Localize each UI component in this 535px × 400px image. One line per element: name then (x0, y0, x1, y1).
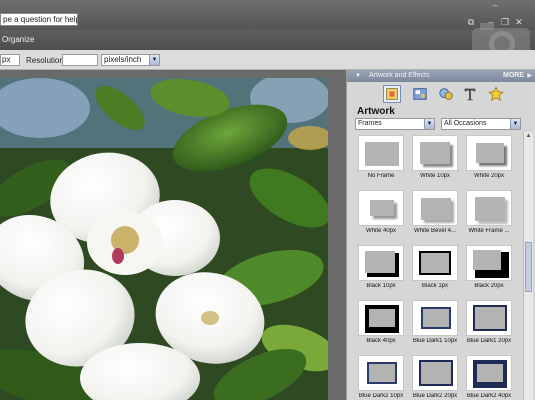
category-select-value: Frames (358, 120, 382, 127)
frame-preview-shape (369, 309, 395, 327)
scroll-thumb[interactable] (525, 242, 532, 292)
frame-item-label: Blue Dark1 20px (466, 338, 512, 344)
width-field[interactable]: px (0, 54, 20, 66)
frame-item-label: White Frame ... (468, 228, 510, 234)
frame-thumbnail[interactable] (412, 190, 458, 226)
frame-item-label: White 10px (419, 173, 450, 179)
frame-preview-shape (477, 364, 503, 382)
occasion-select-value: All Occasions (444, 120, 487, 127)
frame-item[interactable]: White 20px (463, 132, 515, 184)
canvas-area[interactable] (0, 70, 346, 400)
frame-item-label: White 40px (365, 228, 396, 234)
artwork-icon[interactable] (383, 85, 401, 103)
help-search-input[interactable]: pe a question for help (0, 13, 78, 26)
frame-preview-shape (421, 362, 451, 384)
photo-canvas[interactable] (0, 78, 328, 400)
palette-toolbar (353, 83, 533, 105)
resolution-unit-select[interactable]: pixels/inch ▼ (101, 54, 160, 66)
frame-thumbnail[interactable] (358, 355, 404, 391)
frame-item[interactable]: White 10px (409, 132, 461, 184)
more-button[interactable]: MORE (503, 70, 524, 82)
frame-thumbnail[interactable] (466, 135, 512, 171)
resolution-label: Resolution: (26, 56, 67, 65)
palette-header[interactable]: ▼ Artwork and Effects MORE ▶ (347, 70, 535, 82)
favorites-icon[interactable] (487, 85, 505, 103)
frame-item-label: Blue Dark1 10px (412, 338, 458, 344)
frame-item-label: No Frame (367, 173, 395, 179)
frame-item-label: Black 40px (366, 338, 396, 344)
menu-item-organize[interactable]: Organize (2, 35, 34, 44)
options-bar: px Resolution: pixels/inch ▼ (0, 50, 535, 70)
frame-item-label: Blue Dark2 40px (466, 393, 512, 399)
frame-item[interactable]: Blue Dark2 40px (463, 352, 515, 400)
frame-thumbnail[interactable] (358, 300, 404, 336)
frame-item[interactable]: Blue Dark1 20px (463, 297, 515, 349)
frame-preview-shape (475, 307, 505, 329)
frame-preview-shape (419, 251, 451, 275)
frame-item-label: Blue Dark2 10px (358, 393, 404, 399)
frame-item[interactable]: Black 10px (355, 242, 407, 294)
occasion-select[interactable]: All Occasions ▼ (441, 118, 521, 130)
frame-preview-shape (365, 251, 395, 273)
frame-thumbnail[interactable] (466, 300, 512, 336)
minimize-icon[interactable]: – (490, 0, 500, 10)
frame-thumbnail[interactable] (358, 135, 404, 171)
resolution-field[interactable] (62, 54, 98, 66)
themes-icon[interactable] (411, 85, 429, 103)
scroll-up-icon[interactable]: ▲ (524, 132, 533, 141)
frame-preview-shape (367, 362, 397, 384)
frame-preview-shape (365, 142, 399, 166)
frame-thumbnail[interactable] (412, 245, 458, 281)
frame-item[interactable]: Blue Dark2 10px (355, 352, 407, 400)
frame-item-label: Blue Dark2 20px (412, 393, 458, 399)
frame-item[interactable]: No Frame (355, 132, 407, 184)
title-bar: pe a question for help – ⧉ – ❐ ✕ (0, 0, 535, 30)
frame-thumbnail[interactable] (358, 245, 404, 281)
frame-item[interactable]: Black 40px (355, 297, 407, 349)
text-icon[interactable] (461, 85, 479, 103)
frame-preview-shape (473, 250, 501, 270)
section-label-artwork: Artwork (357, 106, 395, 117)
frame-item[interactable]: Black 1px (409, 242, 461, 294)
category-select[interactable]: Frames ▼ (355, 118, 435, 130)
collapse-triangle-icon[interactable]: ▼ (355, 70, 361, 82)
resolution-unit-value: pixels/inch (104, 55, 142, 64)
menu-bar: Organize (0, 30, 535, 50)
frame-item[interactable]: Black 20px (463, 242, 515, 294)
artwork-effects-palette: ▼ Artwork and Effects MORE ▶ Artwork Fra… (346, 70, 535, 400)
frame-thumbnail[interactable] (466, 245, 512, 281)
frame-preview-shape (476, 143, 504, 163)
frame-item-label: Black 20px (474, 283, 504, 289)
frame-thumbnail[interactable] (412, 135, 458, 171)
frame-item-label: Black 10px (366, 283, 396, 289)
chevron-down-icon[interactable]: ▼ (149, 55, 159, 65)
frame-preview-shape (421, 307, 451, 329)
frame-item[interactable]: White Bevel 4... (409, 187, 461, 239)
frame-preview-shape (475, 197, 505, 221)
chevron-down-icon[interactable]: ▼ (510, 119, 520, 129)
frame-thumbnail[interactable] (412, 300, 458, 336)
frame-preview-shape (421, 198, 451, 220)
frame-item[interactable]: White Frame ... (463, 187, 515, 239)
effects-icon[interactable] (437, 85, 455, 103)
frame-thumbnail[interactable] (466, 355, 512, 391)
frame-preview-shape (370, 200, 394, 216)
frame-item-label: White Bevel 4... (413, 228, 457, 234)
frame-item-label: Black 1px (421, 283, 448, 289)
frame-thumbnail[interactable] (412, 355, 458, 391)
frame-item[interactable]: White 40px (355, 187, 407, 239)
palette-scrollbar[interactable]: ▲ (523, 132, 533, 400)
frame-preview-shape (420, 142, 450, 164)
palette-title: Artwork and Effects (369, 72, 430, 79)
frame-thumbnail[interactable] (358, 190, 404, 226)
frame-item-label: White 20px (473, 173, 504, 179)
frames-grid: No Frame White 10px White 20px White 40px Wh… (355, 132, 521, 400)
frame-thumbnail[interactable] (466, 190, 512, 226)
frame-item[interactable]: Blue Dark1 10px (409, 297, 461, 349)
chevron-down-icon[interactable]: ▼ (424, 119, 434, 129)
frame-item[interactable]: Blue Dark2 20px (409, 352, 461, 400)
more-arrow-icon[interactable]: ▶ (527, 70, 532, 82)
